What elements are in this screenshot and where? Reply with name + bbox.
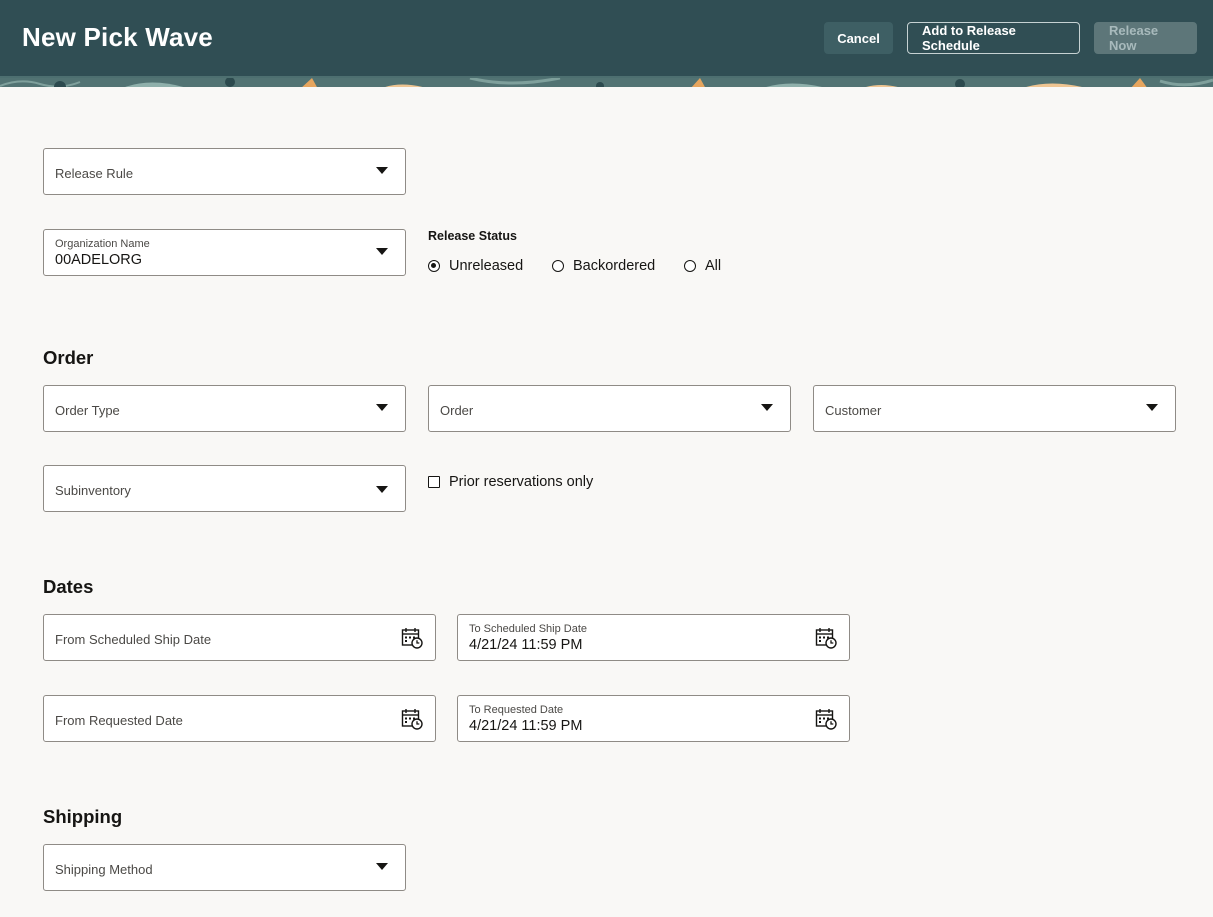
from-scheduled-ship-date-input[interactable]: From Scheduled Ship Date xyxy=(43,614,436,661)
to-requested-date-value: 4/21/24 11:59 PM xyxy=(469,718,583,734)
radio-unselected-icon[interactable] xyxy=(684,260,696,272)
chevron-down-icon[interactable] xyxy=(376,863,388,870)
radio-all[interactable]: All xyxy=(684,258,721,274)
calendar-clock-icon[interactable] xyxy=(401,708,423,730)
order-label: Order xyxy=(440,403,474,418)
order-type-label: Order Type xyxy=(55,403,120,418)
page-header: New Pick Wave Cancel Add to Release Sche… xyxy=(0,0,1213,76)
release-status-label: Release Status xyxy=(428,229,517,243)
shipping-section-title: Shipping xyxy=(43,806,123,827)
chevron-down-icon[interactable] xyxy=(1146,404,1158,411)
chevron-down-icon[interactable] xyxy=(376,404,388,411)
prior-reservations-label: Prior reservations only xyxy=(449,474,594,490)
cancel-button[interactable]: Cancel xyxy=(824,22,893,54)
radio-selected-icon[interactable] xyxy=(428,260,440,272)
radio-backordered-label: Backordered xyxy=(573,258,656,274)
from-requested-date-label: From Requested Date xyxy=(55,713,183,728)
order-select[interactable]: Order xyxy=(428,385,791,432)
from-scheduled-ship-date-label: From Scheduled Ship Date xyxy=(55,632,212,647)
chevron-down-icon[interactable] xyxy=(761,404,773,411)
decorative-banner xyxy=(0,76,1213,87)
release-rule-select[interactable]: Release Rule xyxy=(43,148,406,195)
to-scheduled-ship-date-value: 4/21/24 11:59 PM xyxy=(469,637,583,653)
to-scheduled-ship-date-label: To Scheduled Ship Date xyxy=(469,623,588,635)
organization-name-label: Organization Name xyxy=(55,238,150,250)
subinventory-select[interactable]: Subinventory xyxy=(43,465,406,512)
organization-name-select[interactable]: Organization Name 00ADELORG xyxy=(43,229,406,276)
release-now-button[interactable]: Release Now xyxy=(1094,22,1197,54)
customer-select[interactable]: Customer xyxy=(813,385,1176,432)
calendar-clock-icon[interactable] xyxy=(815,627,837,649)
release-rule-label: Release Rule xyxy=(55,166,134,181)
prior-reservations-checkbox[interactable]: Prior reservations only xyxy=(428,474,593,490)
to-requested-date-label: To Requested Date xyxy=(469,704,564,716)
shipping-method-label: Shipping Method xyxy=(55,862,153,877)
radio-unreleased[interactable]: Unreleased xyxy=(428,258,523,274)
organization-name-value: 00ADELORG xyxy=(55,252,143,268)
order-section-title: Order xyxy=(43,347,94,368)
radio-all-label: All xyxy=(705,258,722,274)
subinventory-label: Subinventory xyxy=(55,483,131,498)
radio-backordered[interactable]: Backordered xyxy=(552,258,655,274)
chevron-down-icon[interactable] xyxy=(376,167,388,174)
shipping-method-select[interactable]: Shipping Method xyxy=(43,844,406,891)
calendar-clock-icon[interactable] xyxy=(815,708,837,730)
add-to-release-schedule-button[interactable]: Add to Release Schedule xyxy=(907,22,1080,54)
from-requested-date-input[interactable]: From Requested Date xyxy=(43,695,436,742)
calendar-clock-icon[interactable] xyxy=(401,627,423,649)
to-requested-date-input[interactable]: To Requested Date 4/21/24 11:59 PM xyxy=(457,695,850,742)
radio-unselected-icon[interactable] xyxy=(552,260,564,272)
banner-pattern-icon xyxy=(0,76,1213,87)
checkbox-icon[interactable] xyxy=(428,476,440,488)
radio-unreleased-label: Unreleased xyxy=(449,258,524,274)
to-scheduled-ship-date-input[interactable]: To Scheduled Ship Date 4/21/24 11:59 PM xyxy=(457,614,850,661)
page-title: New Pick Wave xyxy=(22,22,213,52)
order-type-select[interactable]: Order Type xyxy=(43,385,406,432)
customer-label: Customer xyxy=(825,403,882,418)
chevron-down-icon[interactable] xyxy=(376,486,388,493)
chevron-down-icon[interactable] xyxy=(376,248,388,255)
dates-section-title: Dates xyxy=(43,576,94,597)
